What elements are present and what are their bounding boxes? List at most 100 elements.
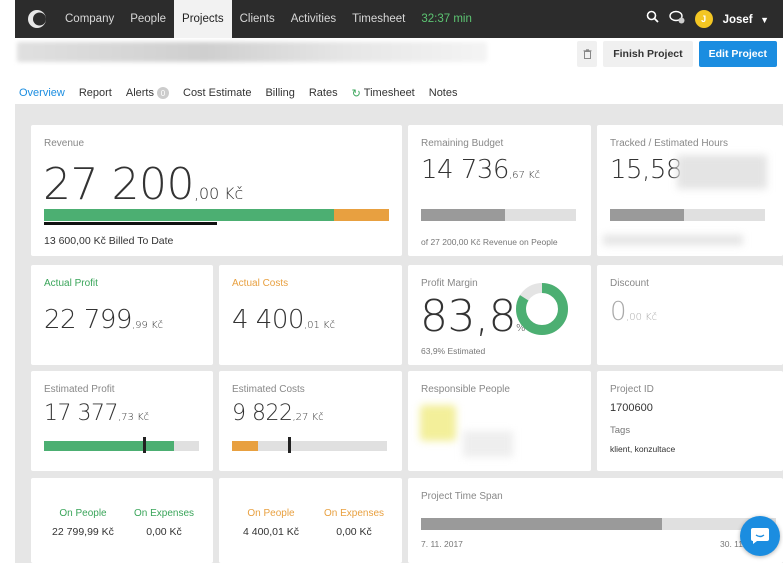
tracked-hours-sub-hidden <box>603 235 743 245</box>
profit-on-people-label: On People <box>59 508 107 519</box>
chat-notifications-icon[interactable] <box>668 10 685 29</box>
actual-costs-label: Actual Costs <box>232 278 289 289</box>
costs-on-expenses-value: 0,00 Kč <box>336 526 372 538</box>
avatar[interactable]: J <box>694 10 713 28</box>
project-tabs: Overview Report Alerts 0 Cost Estimate B… <box>19 82 472 108</box>
finish-project-button[interactable]: Finish Project <box>603 41 693 67</box>
estimated-profit-fill <box>44 441 174 451</box>
revenue-dec: ,00 Kč <box>193 184 244 203</box>
estimated-profit-marker <box>143 437 146 453</box>
chat-support-button[interactable] <box>740 516 780 556</box>
estimated-costs-marker <box>288 437 291 453</box>
estimated-profit-card: Estimated Profit 17 377,73 Kč <box>31 371 213 471</box>
discount-card: Discount 0,00 Kč <box>597 265 783 365</box>
profit-margin-label: Profit Margin <box>421 278 478 289</box>
discount-value: 0,00 Kč <box>610 297 657 327</box>
remaining-budget-dec: ,67 Kč <box>508 170 541 181</box>
tags-value[interactable]: klient, konzultace <box>610 444 675 454</box>
project-title <box>17 42 487 62</box>
overview-dashboard: Revenue 27 200,00 Kč 13 600,00 Kč Billed… <box>15 104 783 563</box>
costs-on-expenses-label: On Expenses <box>323 508 385 519</box>
trash-icon <box>583 49 592 59</box>
discount-int: 0 <box>610 297 627 327</box>
remaining-budget-fill <box>421 209 505 221</box>
actual-profit-label: Actual Profit <box>44 278 98 289</box>
tab-rates[interactable]: Rates <box>309 82 338 104</box>
actual-costs-dec: ,01 Kč <box>303 320 336 331</box>
actual-costs-card: Actual Costs 4 400,01 Kč <box>219 265 402 365</box>
profit-margin-estimated: 63,9% Estimated <box>421 346 486 356</box>
tab-timesheet-label: Timesheet <box>363 87 415 99</box>
time-span-fill <box>421 518 662 530</box>
tab-overview[interactable]: Overview <box>19 82 65 108</box>
actual-profit-card: Actual Profit 22 799,99 Kč <box>31 265 213 365</box>
revenue-billed-text: 13 600,00 Kč Billed To Date <box>44 235 174 247</box>
actual-profit-value: 22 799,99 Kč <box>44 305 163 335</box>
tracked-hours-label: Tracked / Estimated Hours <box>610 138 729 149</box>
profit-breakdown-card: On People 22 799,99 Kč On Expenses 0,00 … <box>31 478 213 563</box>
estimated-profit-int: 17 377 <box>44 401 118 426</box>
nav-people[interactable]: People <box>122 0 174 38</box>
nav-company[interactable]: Company <box>57 0 122 38</box>
estimated-costs-card: Estimated Costs 9 822,27 Kč <box>219 371 402 471</box>
project-header: Finish Project Edit Project Overview Rep… <box>15 38 783 108</box>
delete-project-button[interactable] <box>577 41 598 67</box>
remaining-budget-sub: of 27 200,00 Kč Revenue on People <box>421 237 558 247</box>
responsible-person-avatar[interactable] <box>420 405 456 441</box>
responsible-person-name <box>463 431 513 457</box>
profit-margin-value: 83,8% <box>420 291 525 342</box>
tags-label: Tags <box>610 425 631 436</box>
costs-breakdown-card: On People 4 400,01 Kč On Expenses 0,00 K… <box>219 478 402 563</box>
tab-alerts[interactable]: Alerts 0 <box>126 82 169 104</box>
tab-report[interactable]: Report <box>79 82 112 104</box>
company-logo-icon[interactable] <box>25 7 49 31</box>
estimated-hours-hidden <box>677 155 767 189</box>
alerts-count-badge: 0 <box>157 87 169 99</box>
tab-alerts-label: Alerts <box>125 87 154 99</box>
remaining-budget-int: 14 736 <box>421 155 509 185</box>
remaining-budget-card: Remaining Budget 14 736,67 Kč of 27 200,… <box>408 125 591 256</box>
edit-project-button[interactable]: Edit Project <box>698 41 777 67</box>
estimated-profit-value: 17 377,73 Kč <box>44 401 149 426</box>
remaining-budget-value: 14 736,67 Kč <box>421 155 540 185</box>
time-span-start: 7. 11. 2017 <box>421 539 463 549</box>
nav-activities[interactable]: Activities <box>283 0 344 38</box>
tab-notes[interactable]: Notes <box>429 82 458 104</box>
refresh-icon: ↻ <box>351 87 361 100</box>
revenue-value: 27 200,00 Kč <box>43 159 243 210</box>
nav-timesheet[interactable]: Timesheet <box>344 0 413 38</box>
search-icon[interactable] <box>646 10 659 28</box>
profit-margin-donut <box>516 283 568 335</box>
nav-clients[interactable]: Clients <box>232 0 283 38</box>
chevron-down-icon[interactable]: ▼ <box>760 15 769 25</box>
revenue-int: 27 200 <box>43 159 194 210</box>
user-name[interactable]: Josef <box>723 14 753 26</box>
running-timer[interactable]: 32:37 min <box>413 13 472 25</box>
revenue-billed-bar <box>44 222 217 225</box>
profit-on-people-value: 22 799,99 Kč <box>52 526 114 538</box>
tab-cost-estimate[interactable]: Cost Estimate <box>183 82 251 104</box>
profit-margin-card: Profit Margin 83,8% 63,9% Estimated <box>408 265 591 365</box>
responsible-people-label: Responsible People <box>421 384 510 395</box>
actual-costs-int: 4 400 <box>232 305 304 335</box>
costs-on-people-label: On People <box>247 508 295 519</box>
top-navigation: Company People Projects Clients Activiti… <box>15 0 783 38</box>
project-id-label: Project ID <box>610 384 654 395</box>
chat-icon <box>751 528 769 544</box>
revenue-cost-bar <box>44 209 334 221</box>
estimated-profit-dec: ,73 Kč <box>117 412 150 423</box>
nav-projects[interactable]: Projects <box>174 0 232 38</box>
tab-timesheet[interactable]: ↻ Timesheet <box>352 82 415 104</box>
profit-on-expenses-label: On Expenses <box>133 508 195 519</box>
project-id-value: 1700600 <box>610 402 653 414</box>
costs-on-people-value: 4 400,01 Kč <box>242 526 300 538</box>
time-span-card: Project Time Span 7. 11. 2017 30. 11 <box>408 478 783 563</box>
tab-billing[interactable]: Billing <box>265 82 294 104</box>
tracked-hours-fill <box>610 209 684 221</box>
estimated-costs-dec: ,27 Kč <box>292 412 324 423</box>
estimated-costs-label: Estimated Costs <box>232 384 305 395</box>
profit-on-expenses-value: 0,00 Kč <box>146 526 182 538</box>
revenue-card: Revenue 27 200,00 Kč 13 600,00 Kč Billed… <box>31 125 402 256</box>
responsible-people-card: Responsible People <box>408 371 591 471</box>
revenue-label: Revenue <box>44 138 85 149</box>
